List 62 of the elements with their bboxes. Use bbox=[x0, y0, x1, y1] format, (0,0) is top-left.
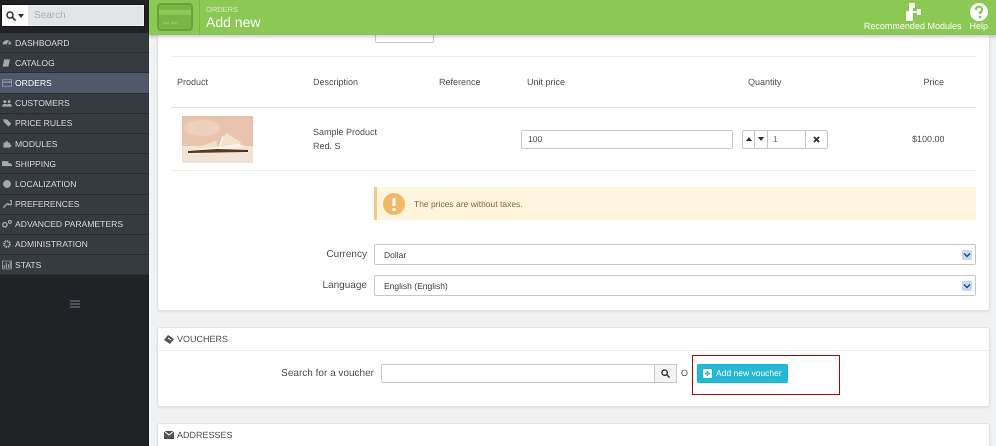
bar-chart-icon bbox=[2, 260, 12, 270]
sidebar-item[interactable]: CUSTOMERS bbox=[0, 94, 149, 114]
credit-card-icon bbox=[2, 78, 12, 88]
sidebar-item[interactable]: MODULES bbox=[0, 134, 149, 154]
close-icon bbox=[813, 136, 820, 142]
envelope-icon bbox=[164, 431, 174, 439]
tag-icon bbox=[2, 118, 12, 128]
plus-icon bbox=[703, 368, 712, 378]
caret-icon bbox=[18, 14, 24, 18]
or-text: O bbox=[681, 368, 688, 378]
ticket-icon bbox=[164, 334, 174, 344]
sidebar-item[interactable]: ORDERS bbox=[0, 73, 149, 94]
search-icon bbox=[6, 10, 16, 20]
search-icon bbox=[661, 368, 670, 378]
help-icon bbox=[970, 3, 988, 21]
menu-icon[interactable] bbox=[70, 300, 80, 308]
sidebar-item[interactable]: LOCALIZATION bbox=[0, 174, 149, 194]
search-field[interactable]: Search bbox=[2, 5, 144, 26]
field-label: Language bbox=[322, 280, 368, 291]
column-header: Unit price bbox=[526, 77, 566, 87]
section-title: VOUCHERS bbox=[177, 334, 228, 344]
select-field[interactable]: English (English) bbox=[374, 275, 976, 296]
wrench-icon bbox=[2, 199, 12, 210]
sidebar-item[interactable]: ADVANCED PARAMETERS bbox=[0, 214, 149, 235]
caret-down-icon bbox=[758, 137, 764, 141]
field-label: Currency bbox=[325, 249, 368, 260]
decrease-button[interactable] bbox=[755, 130, 768, 148]
sidebar-item[interactable]: STATS bbox=[0, 255, 149, 276]
search-button[interactable] bbox=[655, 364, 677, 382]
price-text: $100.00 bbox=[912, 134, 946, 144]
truck-icon bbox=[2, 158, 12, 169]
column-header: Product bbox=[176, 77, 210, 87]
sidebar-item[interactable]: CATALOG bbox=[0, 53, 149, 74]
warning-icon bbox=[383, 192, 405, 214]
column-header: Price bbox=[922, 77, 945, 87]
remove-button[interactable] bbox=[806, 130, 828, 148]
sidebar-item[interactable]: PRICE RULES bbox=[0, 114, 149, 134]
caret-up-icon bbox=[746, 137, 752, 141]
column-header: Reference bbox=[438, 77, 482, 87]
page-title: Add new bbox=[206, 14, 260, 30]
gear-icon bbox=[2, 239, 12, 250]
sidebar-item[interactable]: ADMINISTRATION bbox=[0, 234, 149, 256]
sidebar-item[interactable]: DASHBOARD bbox=[0, 33, 149, 54]
alert-text: The prices are without taxes. bbox=[414, 198, 523, 208]
product-description: Sample Product Red. S bbox=[313, 126, 378, 153]
sidebar-item[interactable]: PREFERENCES bbox=[0, 194, 149, 215]
section-title: ADDRESSES bbox=[177, 430, 233, 440]
voucher-search-field[interactable] bbox=[381, 364, 655, 382]
unit-price-field[interactable]: 100 bbox=[521, 130, 733, 148]
column-header: Quantity bbox=[747, 77, 783, 87]
users-icon bbox=[2, 98, 12, 108]
gears-icon bbox=[2, 219, 12, 230]
column-header: Description bbox=[312, 77, 360, 87]
sidebar-item[interactable]: SHIPPING bbox=[0, 154, 149, 174]
dropdown-arrow-icon bbox=[962, 250, 972, 260]
field-label: Search for a voucher bbox=[280, 368, 375, 378]
increase-button[interactable] bbox=[742, 130, 755, 148]
dropdown-arrow-icon bbox=[962, 280, 972, 290]
select-field[interactable]: Dollar bbox=[374, 244, 976, 265]
quantity-field[interactable]: 1 bbox=[768, 130, 806, 148]
credit-card-icon bbox=[157, 3, 193, 31]
puzzle-icon bbox=[2, 138, 12, 149]
